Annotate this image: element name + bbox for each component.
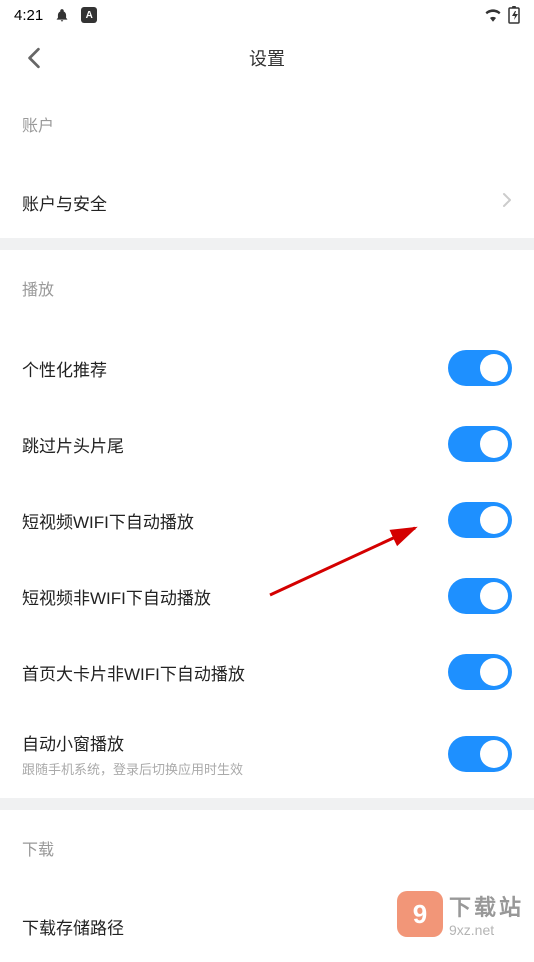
status-bar: 4:21 A — [0, 0, 534, 30]
toggle-shortvideo-nonwifi-autoplay[interactable] — [448, 578, 512, 614]
setting-label: 账户与安全 — [22, 190, 107, 215]
app-badge-icon: A — [81, 7, 97, 23]
setting-label: 短视频非WIFI下自动播放 — [22, 584, 211, 609]
toggle-knob — [480, 430, 508, 458]
toggle-knob — [480, 740, 508, 768]
toggle-skip-intro-outro[interactable] — [448, 426, 512, 462]
battery-icon — [508, 6, 520, 24]
setting-skip-intro-outro[interactable]: 跳过片头片尾 — [0, 406, 534, 482]
setting-homepage-card-nonwifi-autoplay[interactable]: 首页大卡片非WIFI下自动播放 — [0, 634, 534, 710]
back-button[interactable] — [14, 38, 54, 78]
status-time: 4:21 — [14, 7, 43, 24]
toggle-homepage-card-nonwifi-autoplay[interactable] — [448, 654, 512, 690]
setting-shortvideo-wifi-autoplay[interactable]: 短视频WIFI下自动播放 — [0, 482, 534, 558]
toggle-personalized-recommend[interactable] — [448, 350, 512, 386]
setting-shortvideo-nonwifi-autoplay[interactable]: 短视频非WIFI下自动播放 — [0, 558, 534, 634]
setting-download-storage-path[interactable]: 下载存储路径 — [0, 890, 534, 962]
toggle-knob — [480, 354, 508, 382]
section-header-account: 账户 — [0, 86, 534, 166]
section-header-playback: 播放 — [0, 250, 534, 330]
toggle-shortvideo-wifi-autoplay[interactable] — [448, 502, 512, 538]
section-account: 账户 账户与安全 — [0, 86, 534, 238]
chevron-left-icon — [27, 47, 41, 69]
toggle-knob — [480, 582, 508, 610]
setting-label: 首页大卡片非WIFI下自动播放 — [22, 660, 245, 685]
notification-icon — [55, 8, 69, 22]
toggle-knob — [480, 658, 508, 686]
setting-label: 短视频WIFI下自动播放 — [22, 508, 194, 533]
setting-label: 自动小窗播放 — [22, 730, 243, 755]
page-title: 设置 — [0, 45, 534, 71]
setting-label: 跳过片头片尾 — [22, 432, 124, 457]
section-playback: 播放 个性化推荐 跳过片头片尾 短视频WIFI下自动播放 短视频非WIFI下自动… — [0, 250, 534, 798]
setting-personalized-recommend[interactable]: 个性化推荐 — [0, 330, 534, 406]
setting-label: 下载存储路径 — [22, 914, 124, 939]
chevron-right-icon — [502, 192, 512, 213]
toggle-auto-pip[interactable] — [448, 736, 512, 772]
section-header-download: 下载 — [0, 810, 534, 890]
page-header: 设置 — [0, 30, 534, 86]
setting-label: 个性化推荐 — [22, 356, 107, 381]
setting-auto-pip[interactable]: 自动小窗播放 跟随手机系统，登录后切换应用时生效 — [0, 710, 534, 798]
setting-desc: 跟随手机系统，登录后切换应用时生效 — [22, 759, 243, 778]
toggle-knob — [480, 506, 508, 534]
setting-account-security[interactable]: 账户与安全 — [0, 166, 534, 238]
wifi-icon — [484, 8, 502, 22]
section-download: 下载 下载存储路径 — [0, 810, 534, 962]
